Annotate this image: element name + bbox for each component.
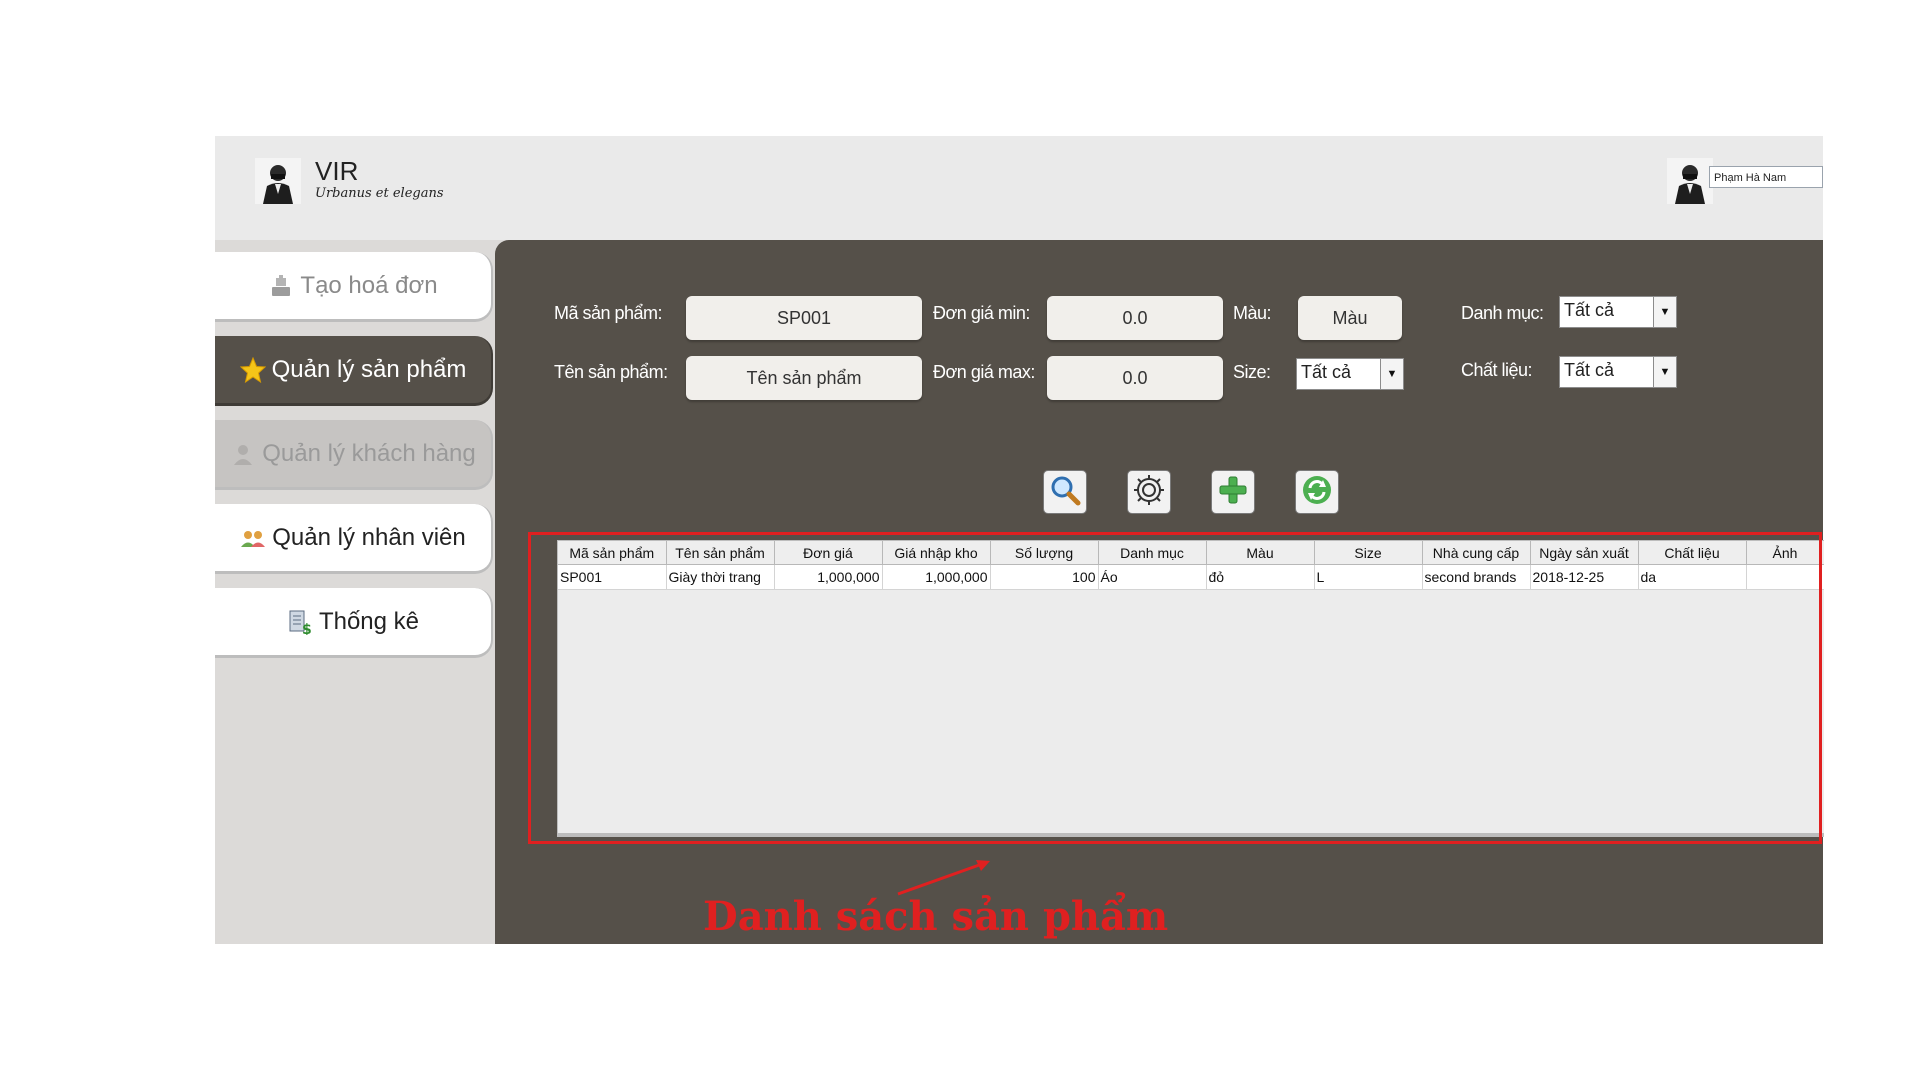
user-avatar [1667, 158, 1713, 204]
header: VIR Urbanus et elegans Phạm Hà Nam [215, 136, 1823, 240]
brand-name: VIR [315, 156, 359, 186]
color-input[interactable]: Màu [1298, 296, 1402, 340]
star-icon [239, 356, 266, 383]
max-price-input[interactable]: 0.0 [1047, 356, 1223, 400]
sidebar-item-label: Thống kê [318, 607, 420, 635]
svg-text:$: $ [302, 622, 312, 635]
search-icon [1048, 473, 1082, 511]
add-icon [1216, 473, 1250, 511]
material-select-value: Tất cả [1564, 360, 1615, 380]
refresh-icon [1300, 473, 1334, 511]
size-select-value: Tất cả [1301, 362, 1352, 382]
add-button[interactable] [1211, 470, 1255, 514]
product-name-input[interactable]: Tên sản phẩm [686, 356, 922, 400]
chevron-down-icon[interactable]: ▼ [1653, 297, 1676, 327]
report-icon: $ [287, 609, 313, 635]
refresh-button[interactable] [1295, 470, 1339, 514]
users-icon [240, 525, 266, 551]
color-label: Màu: [1233, 303, 1272, 323]
max-price-label: Đơn giá max: [933, 362, 1035, 382]
user-icon [230, 441, 256, 467]
annotation-label: Danh sách sản phẩm [703, 893, 1169, 940]
cashier-icon [268, 273, 294, 299]
size-select[interactable]: Tất cả ▼ [1296, 358, 1404, 390]
category-select-value: Tất cả [1564, 300, 1615, 320]
chevron-down-icon[interactable]: ▼ [1380, 359, 1403, 389]
material-label: Chất liệu: [1461, 360, 1533, 380]
sidebar-item-employees[interactable]: Quản lý nhân viên [215, 504, 493, 574]
user-name-field: Phạm Hà Nam [1709, 166, 1823, 188]
logo-avatar [255, 158, 301, 204]
product-code-label: Mã sản phẩm: [554, 303, 663, 323]
sidebar-item-label: Quản lý sản phẩm [271, 355, 467, 383]
annotation-arrow [897, 860, 990, 896]
sidebar-item-create-invoice[interactable]: Tạo hoá đơn [215, 252, 493, 322]
min-price-input[interactable]: 0.0 [1047, 296, 1223, 340]
search-button[interactable] [1043, 470, 1087, 514]
product-code-input[interactable]: SP001 [686, 296, 922, 340]
settings-button[interactable] [1127, 470, 1171, 514]
annotation-highlight-box [528, 532, 1822, 844]
brand-tagline: Urbanus et elegans [315, 186, 444, 201]
sidebar-item-label: Quản lý khách hàng [262, 439, 476, 467]
material-select[interactable]: Tất cả ▼ [1559, 356, 1677, 388]
category-label: Danh mục: [1461, 303, 1544, 323]
sidebar: Tạo hoá đơn Quản lý sản phẩm Quản lý khá… [215, 240, 495, 944]
sidebar-item-customers[interactable]: Quản lý khách hàng [215, 420, 493, 490]
sidebar-item-label: Quản lý nhân viên [272, 523, 466, 551]
product-name-label: Tên sản phẩm: [554, 362, 668, 382]
sidebar-item-products[interactable]: Quản lý sản phẩm [215, 336, 493, 406]
gear-icon [1132, 473, 1166, 511]
sidebar-item-statistics[interactable]: $ Thống kê [215, 588, 493, 658]
min-price-label: Đơn giá min: [933, 303, 1030, 323]
sidebar-item-label: Tạo hoá đơn [300, 271, 438, 299]
chevron-down-icon[interactable]: ▼ [1653, 357, 1676, 387]
size-label: Size: [1233, 362, 1271, 382]
category-select[interactable]: Tất cả ▼ [1559, 296, 1677, 328]
